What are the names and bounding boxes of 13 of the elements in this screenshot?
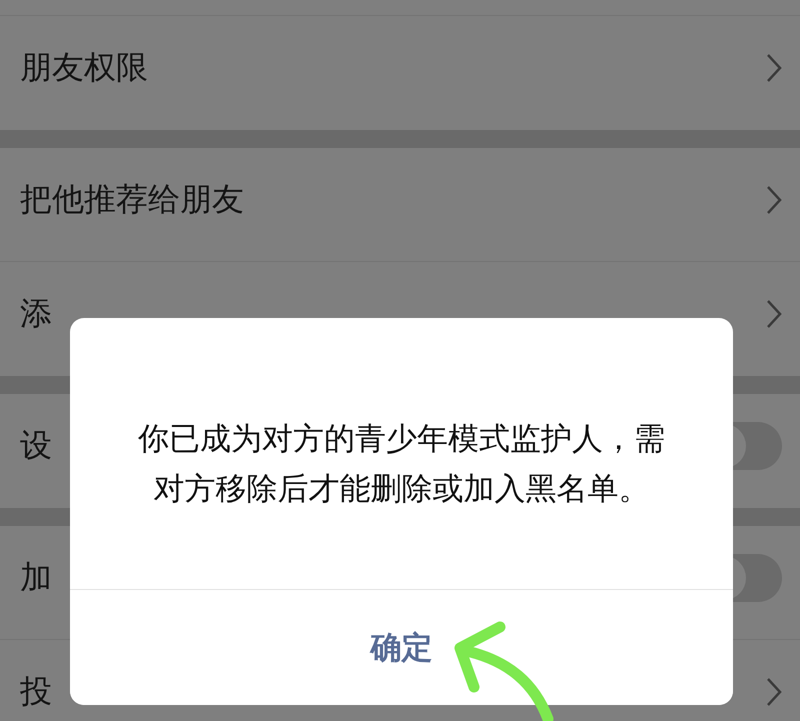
dialog-message: 你已成为对方的青少年模式监护人，需对方移除后才能删除或加入黑名单。 [137,420,666,508]
chevron-icon [766,184,782,214]
row-label: 加 [20,556,52,598]
chevron-icon [766,53,782,83]
chevron-icon [766,676,782,706]
row-label: 朋友权限 [20,47,148,88]
row-label: 设 [20,425,52,466]
settings-row[interactable]: 朋友权限 [0,16,800,130]
row-label: 把他推荐给朋友 [20,178,244,220]
row-label: 投 [20,670,52,712]
settings-row[interactable]: 把他推荐给朋友 [0,148,800,262]
row-label: 添 [20,293,52,334]
chevron-icon [766,299,782,329]
